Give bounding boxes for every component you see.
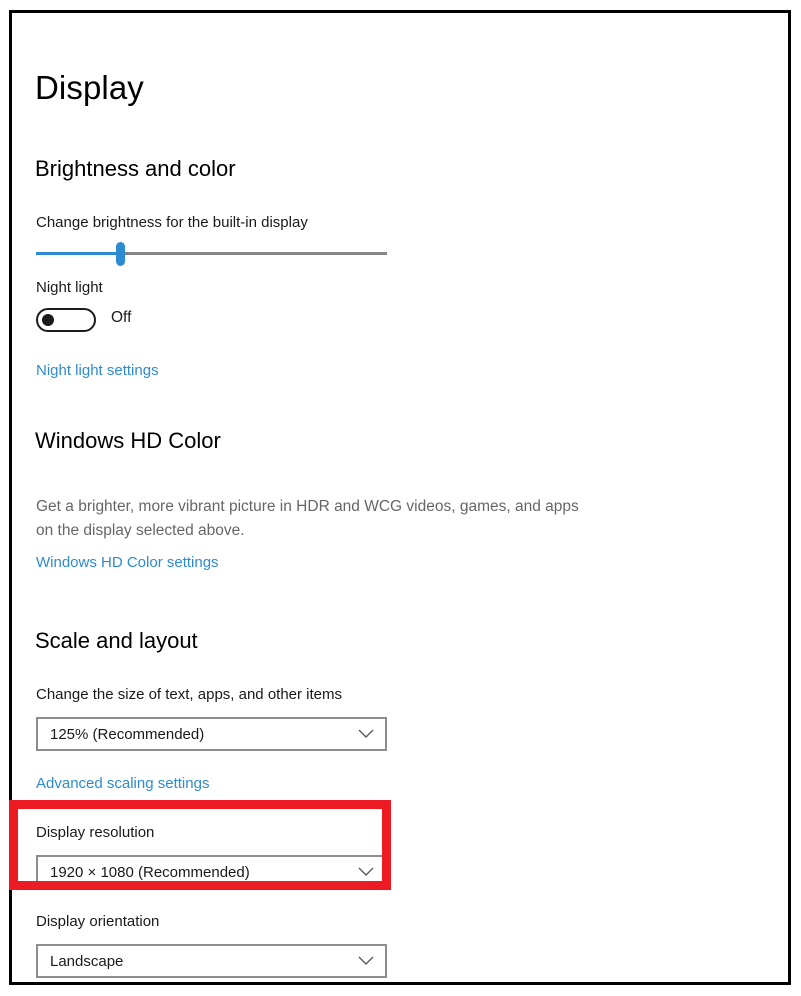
display-orientation-dropdown-value: Landscape — [50, 952, 124, 970]
display-resolution-dropdown-value: 1920 × 1080 (Recommended) — [50, 863, 250, 881]
night-light-toggle[interactable] — [36, 308, 96, 332]
advanced-scaling-settings-link[interactable]: Advanced scaling settings — [36, 774, 209, 794]
section-heading-brightness-and-color: Brightness and color — [35, 156, 236, 181]
chevron-down-icon — [351, 867, 385, 877]
display-orientation-label: Display orientation — [36, 913, 160, 930]
settings-window: Display Brightness and color Change brig… — [9, 10, 791, 985]
chevron-down-icon — [351, 956, 385, 966]
section-heading-scale-and-layout: Scale and layout — [35, 628, 198, 653]
scale-dropdown-value: 125% (Recommended) — [50, 725, 205, 743]
display-resolution-label: Display resolution — [36, 824, 155, 841]
display-resolution-dropdown[interactable]: 1920 × 1080 (Recommended) — [36, 855, 387, 889]
scale-dropdown[interactable]: 125% (Recommended) — [36, 717, 387, 751]
page-title: Display — [35, 69, 144, 106]
night-light-toggle-knob — [42, 314, 54, 326]
brightness-slider-fill — [36, 252, 121, 255]
night-light-label: Night light — [36, 279, 103, 296]
brightness-slider-thumb[interactable] — [116, 242, 126, 266]
night-light-settings-link[interactable]: Night light settings — [36, 361, 159, 381]
section-heading-windows-hd-color: Windows HD Color — [35, 428, 221, 453]
brightness-slider-label: Change brightness for the built-in displ… — [36, 214, 308, 231]
windows-hd-color-description: Get a brighter, more vibrant picture in … — [36, 498, 579, 540]
chevron-down-icon — [351, 729, 385, 739]
night-light-toggle-state: Off — [111, 309, 132, 326]
brightness-slider[interactable] — [36, 241, 387, 267]
scale-label: Change the size of text, apps, and other… — [36, 686, 343, 703]
windows-hd-color-settings-link[interactable]: Windows HD Color settings — [36, 553, 219, 573]
display-settings-pane: Display Brightness and color Change brig… — [12, 13, 788, 982]
display-orientation-dropdown[interactable]: Landscape — [36, 944, 387, 978]
